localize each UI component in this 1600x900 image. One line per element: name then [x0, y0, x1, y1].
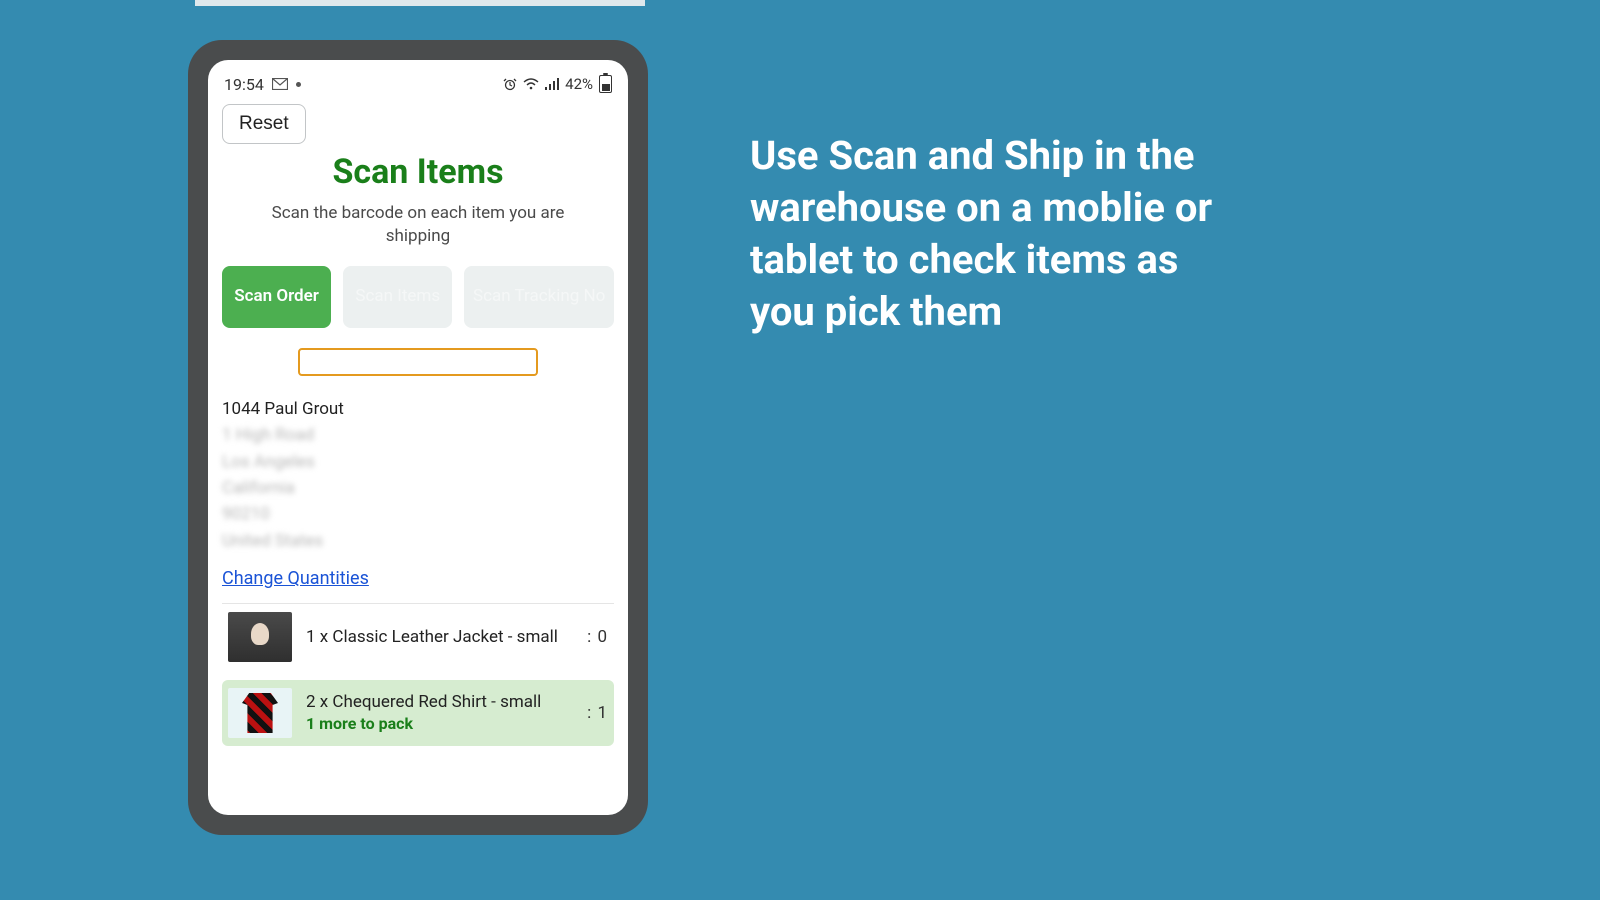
status-bar: 19:54 42% [222, 72, 614, 96]
item-label: 1 x Classic Leather Jacket - small [306, 627, 558, 647]
item-thumbnail [228, 612, 292, 662]
tab-scan-order[interactable]: Scan Order [222, 266, 331, 328]
item-count: : 0 [587, 627, 608, 647]
order-addr1: 1 High Road [222, 422, 614, 448]
barcode-input[interactable] [298, 348, 538, 376]
order-state: California [222, 475, 614, 501]
order-city: Los Angeles [222, 449, 614, 475]
item-thumbnail [228, 688, 292, 738]
tab-scan-items[interactable]: Scan Items [343, 266, 452, 328]
item-row: 1 x Classic Leather Jacket - small : 0 [222, 604, 614, 670]
battery-percent: 42% [565, 75, 593, 93]
battery-icon [599, 75, 612, 93]
page-subtitle: Scan the barcode on each item you are sh… [222, 202, 614, 248]
item-label: 2 x Chequered Red Shirt - small [306, 692, 541, 712]
gmail-icon [272, 78, 288, 90]
alarm-icon [503, 77, 517, 91]
order-country: United States [222, 528, 614, 554]
order-address: 1044 Paul Grout 1 High Road Los Angeles … [222, 396, 614, 554]
more-notifications-icon [296, 82, 301, 87]
signal-icon [545, 78, 560, 90]
page-title: Scan Items [222, 152, 614, 192]
order-zip: 90210 [222, 501, 614, 527]
scan-tabs: Scan Order Scan Items Scan Tracking No [222, 266, 614, 328]
items-list: 1 x Classic Leather Jacket - small : 0 2… [222, 603, 614, 746]
item-body: 2 x Chequered Red Shirt - small 1 more t… [306, 692, 573, 733]
decorative-top-strip [195, 0, 645, 6]
device-screen: 19:54 42% Reset Scan Items Scan the ba [208, 60, 628, 815]
change-quantities-link[interactable]: Change Quantities [222, 568, 614, 589]
tab-scan-tracking[interactable]: Scan Tracking No [464, 266, 614, 328]
item-row: 2 x Chequered Red Shirt - small 1 more t… [222, 680, 614, 746]
status-time: 19:54 [224, 75, 264, 94]
wifi-icon [523, 78, 539, 90]
order-name-line: 1044 Paul Grout [222, 396, 614, 422]
reset-button[interactable]: Reset [222, 104, 306, 144]
marketing-caption: Use Scan and Ship in the warehouse on a … [750, 130, 1250, 338]
item-pack-more: 1 more to pack [306, 714, 573, 733]
item-body: 1 x Classic Leather Jacket - small [306, 627, 573, 647]
device-frame: 19:54 42% Reset Scan Items Scan the ba [188, 40, 648, 835]
item-count: : 1 [587, 703, 608, 723]
